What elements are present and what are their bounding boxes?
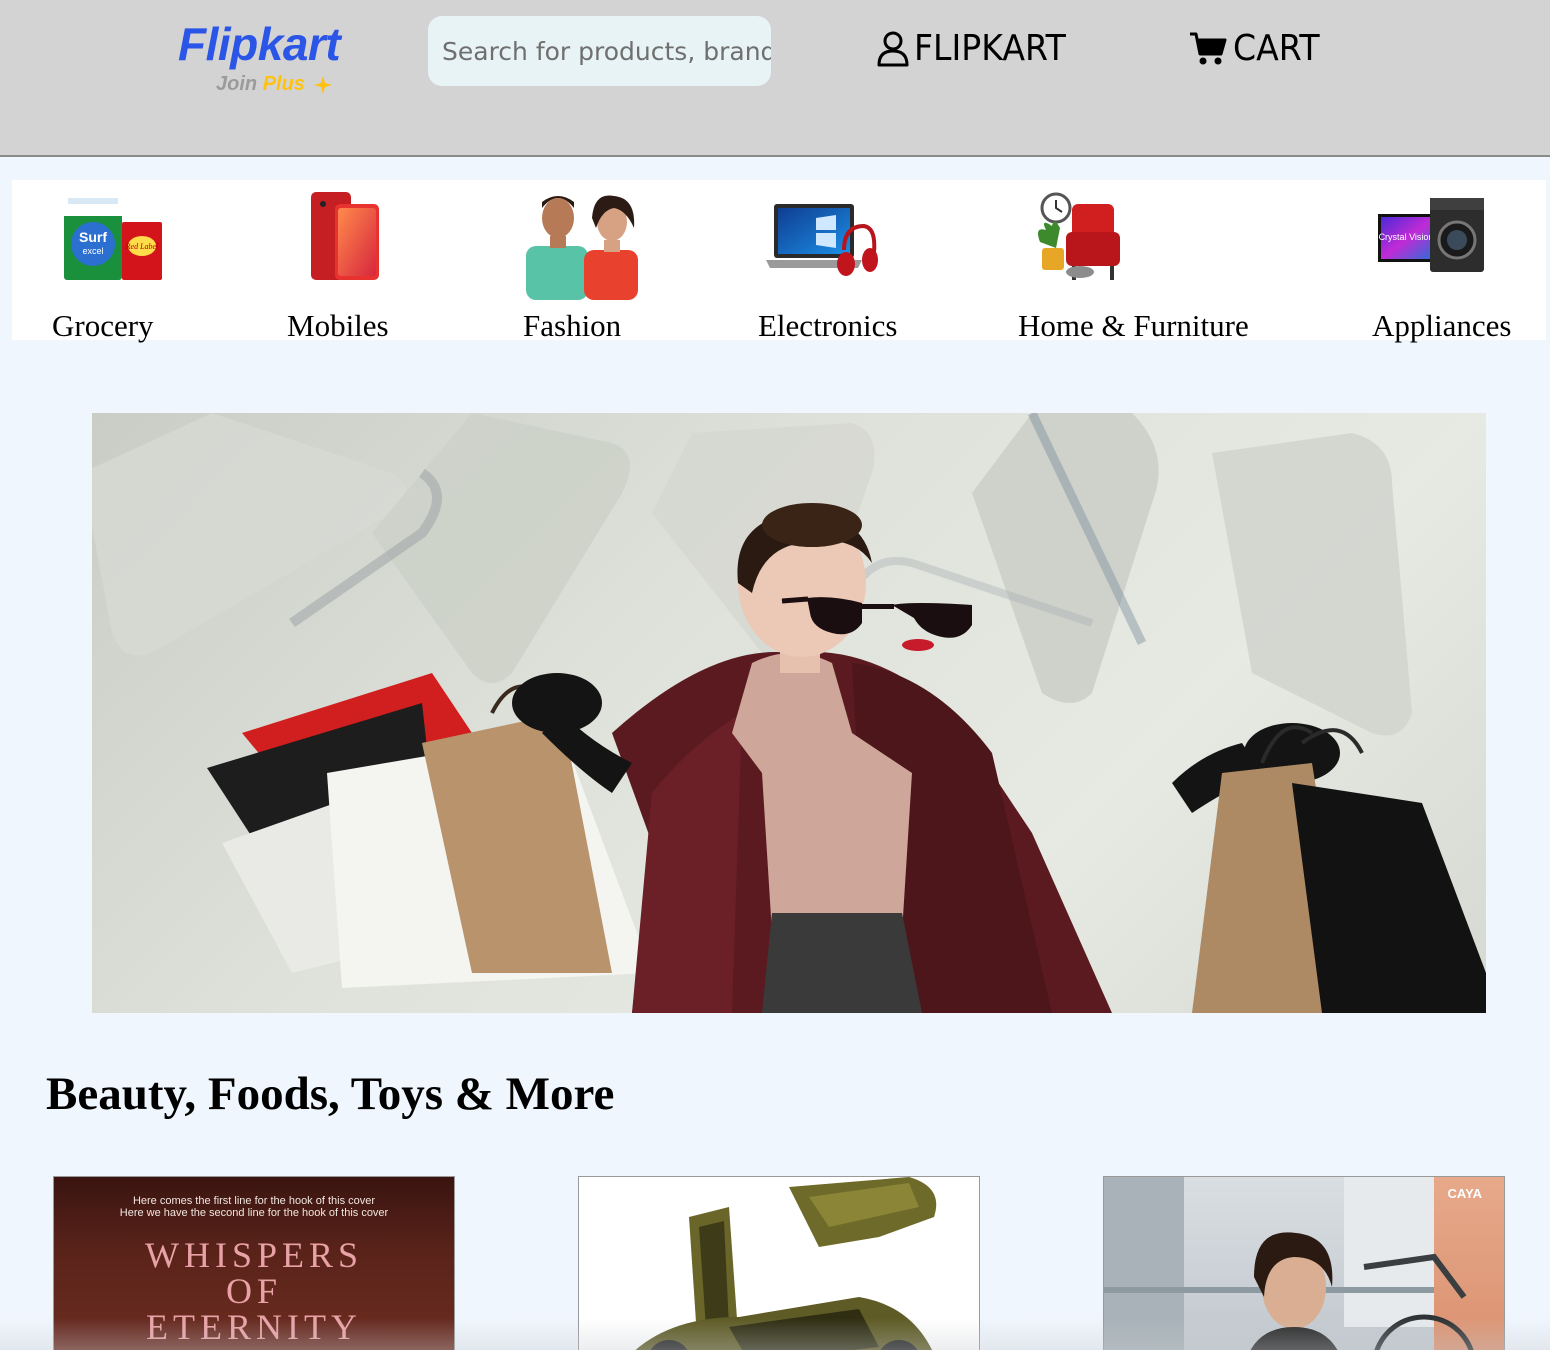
category-fashion[interactable]: Fashion [522, 180, 672, 343]
brand-logo: CAYA [1447, 1186, 1482, 1201]
bicycle-image [1104, 1177, 1474, 1350]
category-grocery[interactable]: Surf excel Red Label Grocery [52, 180, 212, 343]
category-label: Mobiles [287, 308, 389, 343]
book-title-line: of [225, 1271, 283, 1311]
plus-sparkle-icon [313, 75, 332, 94]
toy-car-image [635, 1177, 937, 1350]
category-mobiles[interactable]: Mobiles [287, 180, 437, 343]
cart-icon [1190, 32, 1227, 65]
account-label: FLIPKART [914, 28, 1066, 69]
user-icon [877, 31, 909, 67]
book-title-line: Eternity [146, 1307, 362, 1347]
svg-text:Red Label: Red Label [125, 242, 159, 251]
hero-banner[interactable] [92, 413, 1486, 1013]
category-home-furniture[interactable]: Home & Furniture [1018, 180, 1278, 343]
fashion-models-icon [526, 195, 638, 300]
category-appliances[interactable]: Crystal Vision Appliances [1372, 180, 1537, 343]
logo-text: Flipkart [178, 18, 341, 70]
armchair-icon [1038, 192, 1120, 280]
svg-text:excel: excel [82, 246, 103, 256]
category-label: Electronics [758, 308, 898, 343]
cart-label: CART [1233, 28, 1320, 69]
laptop-headphones-icon [766, 204, 878, 276]
header: Flipkart Join Plus FLIPKART CART [0, 0, 1550, 157]
mobile-phone-icon [311, 192, 379, 280]
section-title: Beauty, Foods, Toys & More [46, 1068, 615, 1120]
flipkart-logo[interactable]: Flipkart Join Plus [178, 18, 368, 98]
category-strip: Surf excel Red Label Grocery Mobiles Fas… [12, 180, 1546, 343]
category-label: Home & Furniture [1018, 308, 1249, 343]
join-plus-link[interactable]: Join Plus [216, 72, 333, 96]
category-electronics[interactable]: Electronics [758, 180, 928, 343]
book-hook-line: Here we have the second line for the hoo… [119, 1207, 389, 1219]
product-card-book[interactable]: Here comes the first line for the hook o… [53, 1176, 455, 1350]
grocery-icon: Surf excel Red Label [64, 194, 162, 280]
book-title-line: Whispers [144, 1235, 364, 1275]
svg-text:Surf: Surf [79, 229, 107, 245]
woman-with-shopping-bags-image [92, 413, 1486, 1013]
account-button[interactable]: FLIPKART [876, 28, 1079, 70]
search-input[interactable] [428, 16, 771, 86]
category-label: Grocery [52, 308, 154, 343]
product-card-bicycle[interactable]: CAYA [1103, 1176, 1505, 1350]
tv-washer-icon: Crystal Vision [1378, 198, 1484, 272]
category-label: Appliances [1372, 308, 1512, 343]
cart-button[interactable]: CART [1189, 28, 1327, 70]
category-label: Fashion [523, 308, 622, 343]
svg-text:Crystal Vision: Crystal Vision [1379, 232, 1434, 242]
product-card-toy-car[interactable] [578, 1176, 980, 1350]
